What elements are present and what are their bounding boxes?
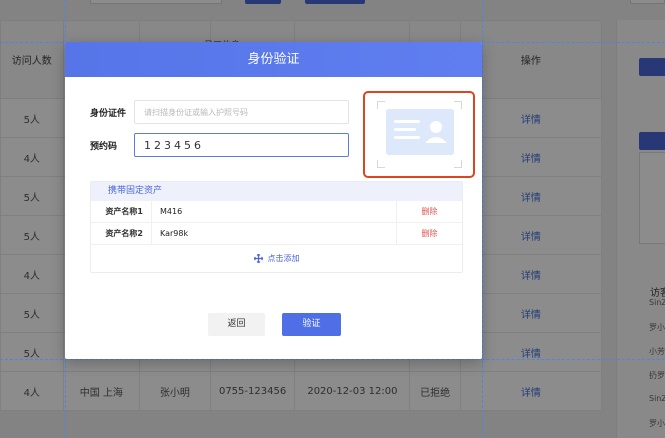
add-asset-button[interactable]: 点击添加 — [91, 245, 462, 271]
id-row: 身份证件 — [90, 100, 349, 124]
scan-frame — [377, 101, 462, 168]
code-row: 预约码 — [90, 133, 349, 157]
id-card-icon — [386, 109, 454, 155]
verify-button[interactable]: 验证 — [282, 313, 341, 336]
back-button[interactable]: 返回 — [208, 313, 265, 336]
asset-row: 资产名称1 M416 删除 — [91, 200, 462, 223]
asset-delete-link[interactable]: 删除 — [396, 200, 462, 223]
add-asset-label: 点击添加 — [267, 253, 300, 263]
plus-move-icon — [253, 253, 263, 263]
id-scan-area[interactable] — [363, 91, 475, 178]
code-input[interactable] — [134, 133, 349, 157]
asset-row: 资产名称2 Kar98k 删除 — [91, 222, 462, 245]
asset-delete-link[interactable]: 删除 — [396, 222, 462, 245]
asset-value[interactable]: M416 — [151, 200, 396, 223]
id-input[interactable] — [134, 100, 349, 124]
identity-verify-dialog: 身份验证 身份证件 预约码 携带固定资产 — [65, 42, 482, 359]
asset-name-label: 资产名称1 — [105, 207, 143, 216]
dialog-title: 身份验证 — [65, 42, 482, 77]
assets-panel: 携带固定资产 资产名称1 M416 删除 资产名称2 Kar98k 删除 点击添… — [90, 181, 463, 273]
asset-name-label: 资产名称2 — [105, 229, 143, 238]
guide-line — [482, 0, 483, 438]
guide-line — [0, 359, 665, 360]
code-label: 预约码 — [90, 141, 118, 152]
assets-title: 携带固定资产 — [91, 182, 462, 201]
asset-value[interactable]: Kar98k — [151, 222, 396, 245]
id-label: 身份证件 — [90, 108, 127, 119]
